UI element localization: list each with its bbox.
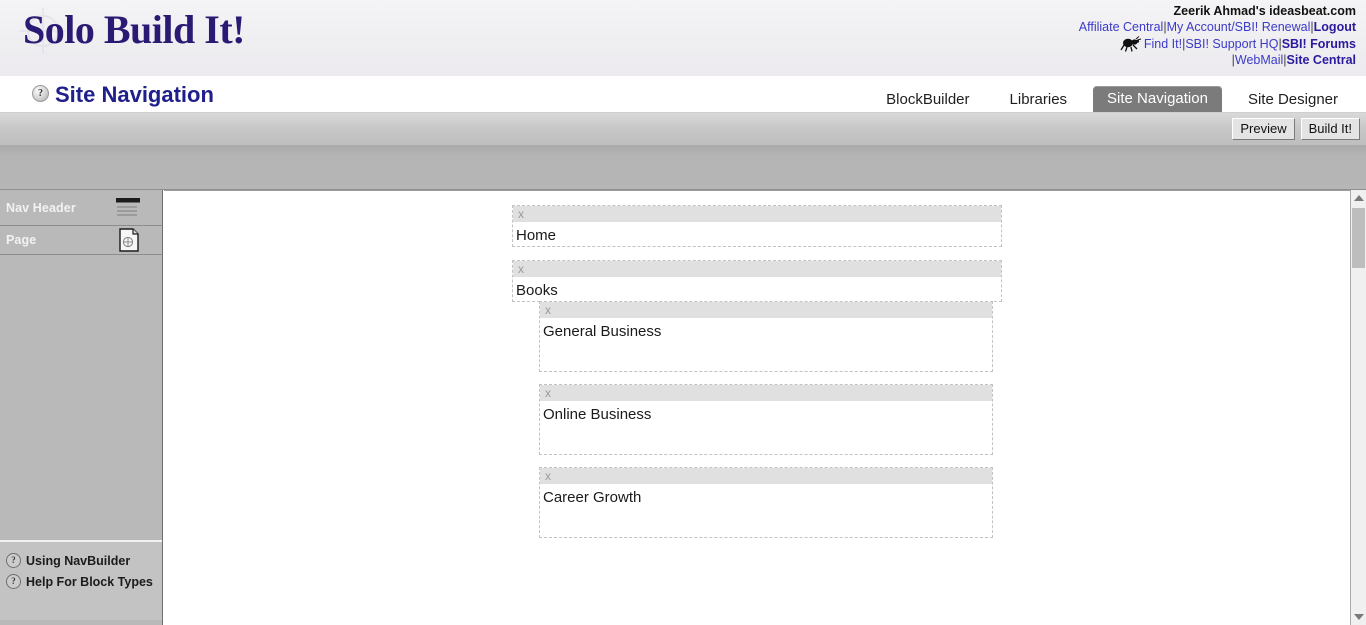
help-link-label: Using NavBuilder (26, 553, 131, 568)
sidebar-item-page[interactable]: Page (0, 226, 162, 255)
block-header: x (513, 206, 1001, 222)
toolbar-buttons: Preview Build It! (1232, 118, 1360, 140)
sidebar-empty-area (0, 255, 162, 542)
sidebar-item-label: Nav Header (6, 200, 76, 215)
build-it-button[interactable]: Build It! (1300, 118, 1360, 140)
close-icon[interactable]: x (518, 206, 524, 222)
close-icon[interactable]: x (545, 302, 551, 318)
question-mark-icon: ? (6, 553, 21, 568)
tab-libraries[interactable]: Libraries (996, 88, 1082, 112)
brand-bar: Solo Build It! Zeerik Ahmad's ideasbeat.… (0, 0, 1366, 76)
nav-block-home[interactable]: x Home (512, 205, 1002, 247)
account-line-2: Affiliate Central|My Account/SBI! Renewa… (936, 19, 1356, 35)
block-label: General Business (543, 323, 662, 340)
block-body: Home (513, 222, 1001, 246)
question-mark-icon: ? (6, 574, 21, 589)
page-title-text: Site Navigation (55, 82, 214, 107)
block-header: x (540, 302, 992, 318)
nav-block-online-business[interactable]: x Online Business (539, 384, 993, 455)
nav-block-career-growth[interactable]: x Career Growth (539, 467, 993, 538)
nav-block-general-business[interactable]: x General Business (539, 301, 993, 372)
help-for-block-types-link[interactable]: ? Help For Block Types (0, 571, 162, 592)
block-header: x (540, 468, 992, 484)
close-icon[interactable]: x (545, 468, 551, 484)
scroll-down-arrow-icon[interactable] (1351, 609, 1366, 625)
block-body: Books x General Business x Online Busine… (513, 277, 1001, 538)
block-header: x (513, 261, 1001, 277)
sidebar-help-section: ? Using NavBuilder ? Help For Block Type… (0, 542, 162, 620)
help-link-label: Help For Block Types (26, 574, 153, 589)
site-central-link[interactable]: Site Central (1287, 53, 1356, 67)
sidebar-item-label: Page (6, 233, 37, 247)
block-label: Online Business (543, 406, 652, 423)
ant-icon (1120, 35, 1141, 52)
toolbar-band: Preview Build It! (0, 112, 1366, 145)
block-body: Career Growth (540, 484, 992, 537)
page-title: ? Site Navigation (32, 82, 214, 108)
secondary-band (0, 145, 1366, 190)
block-header: x (540, 385, 992, 401)
navigation-canvas: x Home x Books x General Business x Onli… (164, 190, 1350, 625)
my-account-renewal-link[interactable]: My Account/SBI! Renewal (1167, 20, 1311, 34)
scroll-thumb[interactable] (1352, 208, 1365, 268)
main-tabs: BlockBuilder Libraries Site Navigation S… (866, 86, 1366, 112)
tab-site-designer[interactable]: Site Designer (1234, 88, 1352, 112)
tab-site-navigation[interactable]: Site Navigation (1093, 86, 1222, 112)
using-navbuilder-link[interactable]: ? Using NavBuilder (0, 550, 162, 571)
sidebar-item-nav-header[interactable]: Nav Header (0, 190, 162, 226)
question-mark-icon[interactable]: ? (32, 85, 49, 102)
find-it-link[interactable]: Find It! (1144, 37, 1182, 51)
close-icon[interactable]: x (545, 385, 551, 401)
preview-button[interactable]: Preview (1232, 118, 1295, 140)
block-label: Books (516, 282, 558, 299)
block-types-sidebar: Nav Header Page ? Using NavBuilder ? Hel… (0, 190, 163, 625)
nav-header-lines-icon (116, 197, 140, 216)
account-user-name: Zeerik Ahmad's ideasbeat.com (1173, 4, 1356, 18)
block-label: Career Growth (543, 489, 642, 506)
vertical-scrollbar[interactable] (1350, 190, 1366, 625)
account-line-4: |WebMail|Site Central (936, 52, 1356, 68)
logo-text: Solo Build It! (23, 7, 245, 52)
block-body: General Business (540, 318, 992, 371)
sbi-forums-link[interactable]: SBI! Forums (1282, 37, 1356, 51)
scroll-up-arrow-icon[interactable] (1351, 190, 1366, 206)
block-list: x Home x Books x General Business x Onli… (512, 205, 1002, 538)
account-line-3: Find It!|SBI! Support HQ|SBI! Forums (936, 35, 1356, 52)
tab-blockbuilder[interactable]: BlockBuilder (872, 88, 983, 112)
page-document-icon (119, 228, 139, 252)
block-body: Online Business (540, 401, 992, 454)
webmail-link[interactable]: WebMail (1235, 53, 1283, 67)
child-block-list: x General Business x Online Business x C… (513, 301, 1001, 538)
block-label: Home (516, 227, 557, 244)
close-icon[interactable]: x (518, 261, 524, 277)
title-row: ? Site Navigation BlockBuilder Libraries … (0, 76, 1366, 112)
nav-block-books[interactable]: x Books x General Business x Online Busi… (512, 260, 1002, 538)
logo[interactable]: Solo Build It! (18, 4, 438, 60)
sbi-support-hq-link[interactable]: SBI! Support HQ (1185, 37, 1278, 51)
logout-link[interactable]: Logout (1314, 20, 1356, 34)
affiliate-central-link[interactable]: Affiliate Central (1079, 20, 1164, 34)
account-links: Zeerik Ahmad's ideasbeat.com Affiliate C… (936, 3, 1356, 68)
